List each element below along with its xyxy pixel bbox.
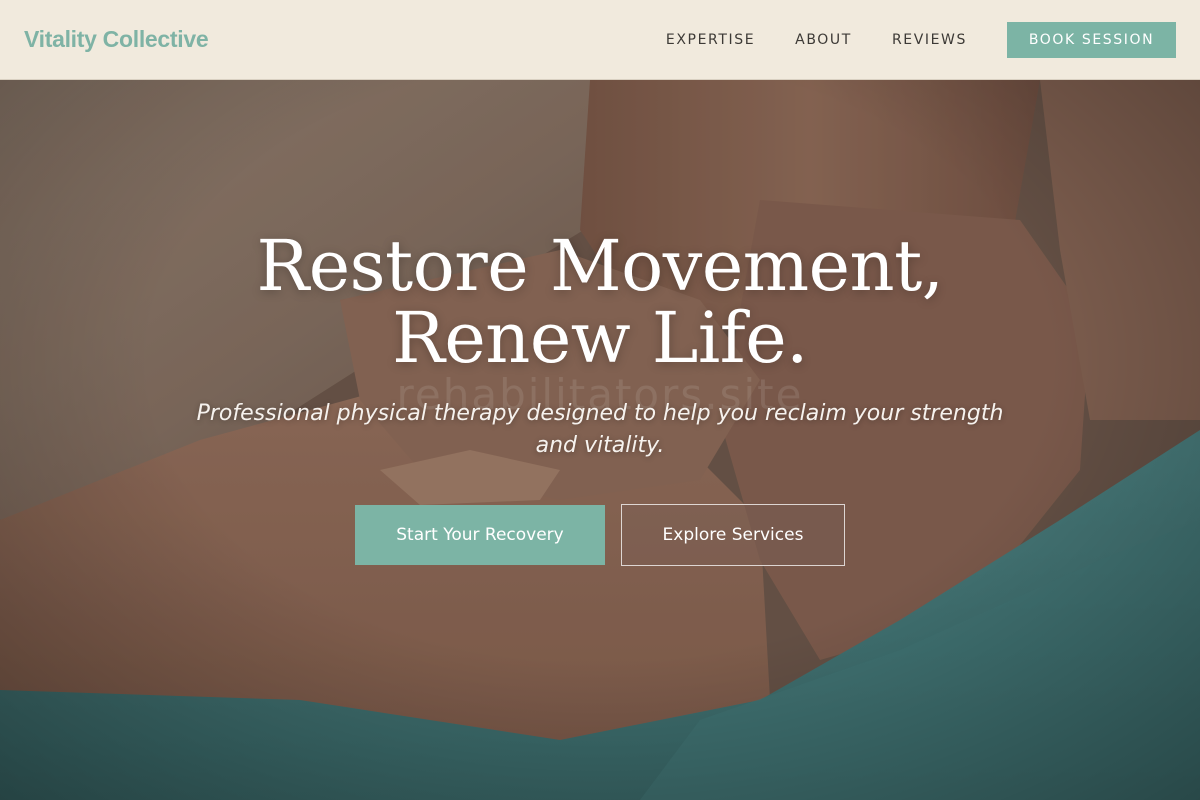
main-nav: EXPERTISE ABOUT REVIEWS BOOK SESSION: [666, 21, 1176, 58]
nav-link-about[interactable]: ABOUT: [795, 32, 852, 48]
start-recovery-button[interactable]: Start Your Recovery: [355, 505, 605, 565]
site-header: Vitality Collective EXPERTISE ABOUT REVI…: [0, 0, 1200, 80]
explore-services-button[interactable]: Explore Services: [621, 504, 845, 566]
hero-cta-row: Start Your Recovery Explore Services: [0, 504, 1200, 566]
nav-link-reviews[interactable]: REVIEWS: [892, 32, 967, 48]
hero-headline-line-1: Restore Movement,: [256, 225, 944, 307]
hero-headline-line-2: Renew Life.: [392, 297, 808, 379]
hero-section: Restore Movement, Renew Life. Profession…: [0, 230, 1200, 566]
hero-headline: Restore Movement, Renew Life.: [0, 230, 1200, 374]
book-session-button[interactable]: BOOK SESSION: [1007, 21, 1176, 58]
nav-link-expertise[interactable]: EXPERTISE: [666, 32, 755, 48]
hero-subtitle: Professional physical therapy designed t…: [196, 401, 1004, 458]
brand-logo[interactable]: Vitality Collective: [24, 26, 209, 53]
